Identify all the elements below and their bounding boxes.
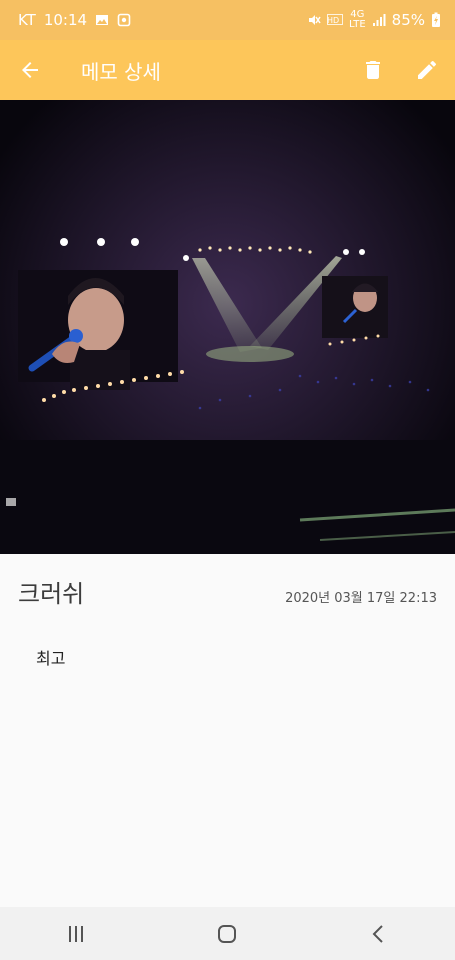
- carrier-label: KT: [18, 11, 36, 29]
- memo-content: 최고: [36, 649, 66, 668]
- clock: 10:14: [43, 11, 88, 29]
- gallery-icon: [96, 15, 109, 25]
- status-bar: KT 10:14 HD 4G LTE 85%: [0, 0, 455, 40]
- home-icon[interactable]: [207, 914, 247, 954]
- trash-icon[interactable]: [361, 58, 385, 82]
- concert-photo-art: [0, 100, 455, 554]
- memo-title: 크러쉬: [18, 580, 85, 608]
- app-notification-icon: [117, 13, 131, 27]
- lte-icon: 4G LTE: [349, 10, 366, 30]
- page-title: 메모 상세: [81, 59, 161, 84]
- battery-percent: 85%: [391, 11, 425, 29]
- system-nav-bar: [0, 907, 455, 960]
- app-bar: 메모 상세: [0, 40, 455, 100]
- arrow-left-icon[interactable]: [18, 58, 42, 82]
- memo-date: 2020년 03월 17일 22:13: [285, 591, 437, 606]
- memo-photo: [0, 100, 455, 554]
- mute-icon: [309, 15, 321, 25]
- signal-icon: [372, 14, 386, 26]
- lte-label: LTE: [349, 19, 366, 30]
- back-icon[interactable]: [359, 914, 399, 954]
- svg-text:HD: HD: [327, 16, 339, 25]
- battery-charging-icon: [432, 12, 440, 27]
- recent-apps-icon[interactable]: [56, 914, 96, 954]
- hd-voice-icon: HD: [327, 14, 343, 25]
- pencil-icon[interactable]: [415, 58, 439, 82]
